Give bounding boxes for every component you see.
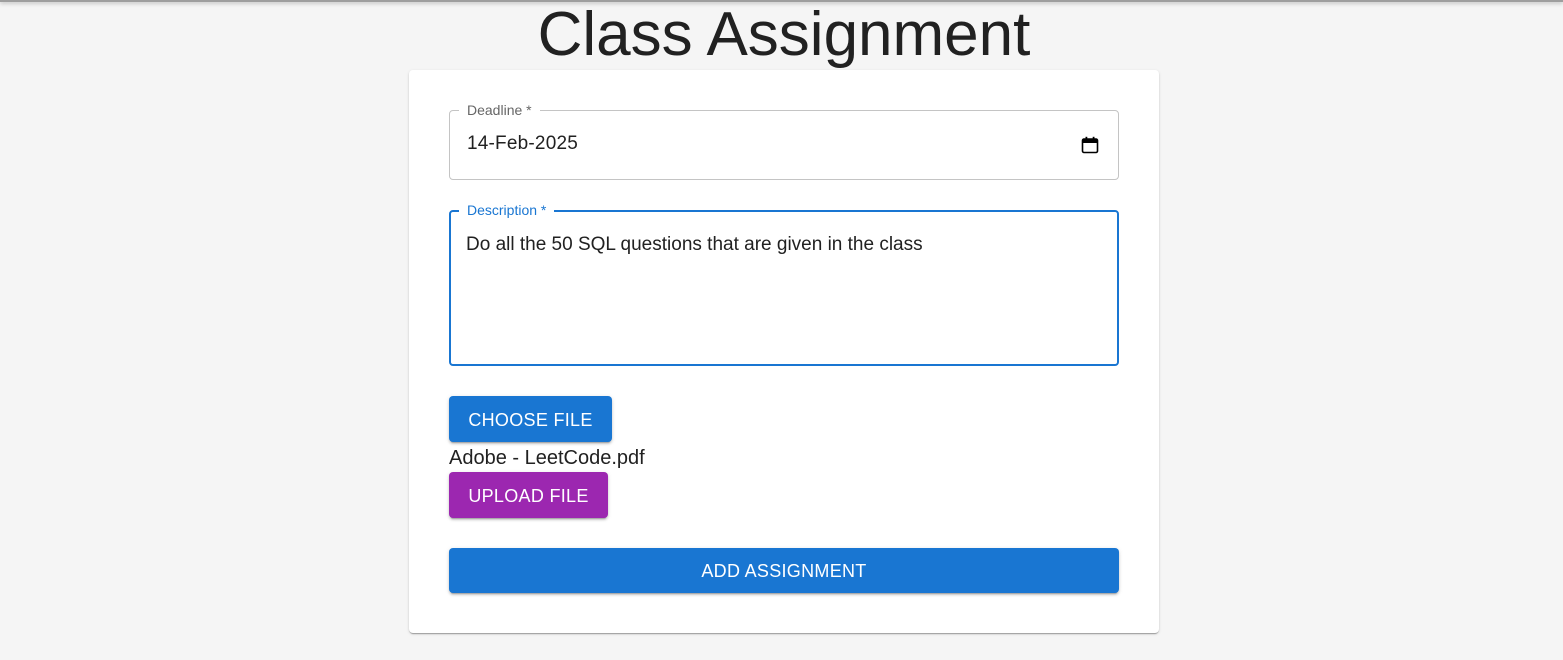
description-field[interactable]: Description * Do all the 50 SQL question… bbox=[449, 202, 1119, 366]
add-assignment-button[interactable]: Add Assignment bbox=[449, 548, 1119, 593]
description-value[interactable]: Do all the 50 SQL questions that are giv… bbox=[466, 234, 923, 256]
page-title: Class Assignment bbox=[537, 0, 1031, 69]
selected-file-name: Adobe - LeetCode.pdf bbox=[449, 447, 645, 469]
deadline-field[interactable]: Deadline * 14-Feb-2025 bbox=[449, 102, 1119, 180]
choose-file-button[interactable]: Choose File bbox=[449, 396, 612, 442]
calendar-icon[interactable] bbox=[1081, 136, 1099, 154]
deadline-label: Deadline * bbox=[459, 102, 540, 118]
assignment-form-card: Deadline * 14-Feb-2025 Description * Do … bbox=[409, 70, 1159, 633]
description-label: Description * bbox=[459, 202, 555, 218]
upload-file-button[interactable]: Upload File bbox=[449, 472, 608, 518]
deadline-value[interactable]: 14-Feb-2025 bbox=[467, 133, 578, 155]
